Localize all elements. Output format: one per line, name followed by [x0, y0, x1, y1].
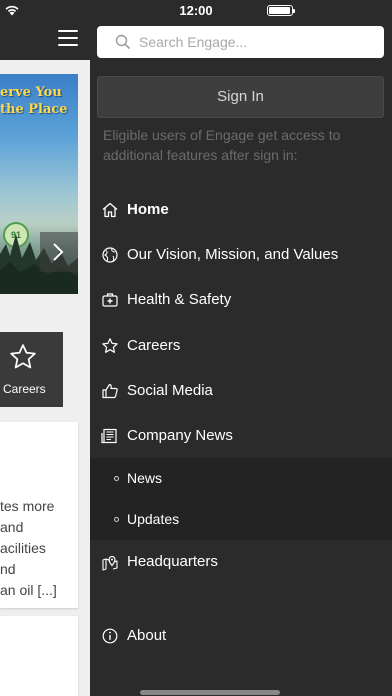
map-pin-icon — [102, 555, 118, 571]
hamburger-line — [58, 30, 78, 32]
nav-item-social-media[interactable]: Social Media — [90, 369, 392, 413]
nav-item-about[interactable]: About — [90, 614, 392, 658]
bullet-icon — [114, 476, 119, 481]
news-card[interactable]: tes more and acilities nd an oil [...] — [0, 422, 78, 608]
hamburger-line — [58, 44, 78, 46]
promo-banner[interactable]: erve You the Place 91 — [0, 74, 78, 294]
nav-item-company-news[interactable]: Company News — [90, 414, 392, 458]
nav-item-label: Headquarters — [127, 553, 218, 570]
subnav-item-label: News — [127, 470, 163, 486]
nav-item-headquarters[interactable]: Headquarters — [90, 540, 392, 584]
news-excerpt: tes more and acilities nd an oil [...] — [0, 496, 57, 601]
sign-in-hint: Eligible users of Engage get access to a… — [103, 127, 341, 163]
nav-item-label: Social Media — [127, 382, 213, 399]
subnav-item-news[interactable]: News — [90, 458, 392, 498]
search-icon — [115, 34, 131, 50]
battery-icon — [267, 5, 295, 16]
navigation-drawer: Sign In Eligible users of Engage get acc… — [90, 0, 392, 696]
wifi-icon — [5, 5, 19, 16]
nav-item-vision[interactable]: Our Vision, Mission, and Values — [90, 233, 392, 277]
nav-item-health-safety[interactable]: Health & Safety — [90, 278, 392, 322]
background-page: erve You the Place 91 Careers tes more a… — [0, 0, 90, 696]
menu-button[interactable] — [58, 30, 78, 46]
excerpt-line: and — [0, 519, 24, 535]
carousel-next-button[interactable] — [40, 232, 78, 272]
excerpt-line: nd — [0, 561, 16, 577]
careers-tile[interactable]: Careers — [0, 332, 63, 407]
star-icon — [102, 338, 118, 353]
company-news-submenu: News Updates — [90, 458, 392, 540]
info-icon — [102, 628, 118, 644]
nav-item-label: About — [127, 627, 167, 644]
nav-item-home[interactable]: Home — [90, 188, 392, 232]
nav-item-careers[interactable]: Careers — [90, 324, 392, 368]
home-icon — [102, 202, 118, 218]
nav-item-label: Careers — [127, 337, 181, 354]
sign-in-button[interactable]: Sign In — [97, 76, 384, 118]
search-bar[interactable] — [97, 26, 384, 58]
star-icon — [10, 344, 36, 369]
excerpt-line: acilities — [0, 540, 46, 556]
hamburger-line — [58, 37, 78, 39]
first-aid-icon — [102, 293, 118, 307]
nav-item-label: Home — [127, 201, 169, 218]
search-input[interactable] — [139, 31, 375, 53]
status-bar-left — [0, 0, 90, 20]
globe-icon — [102, 247, 118, 263]
chevron-right-icon — [53, 243, 64, 261]
news-card[interactable] — [0, 616, 78, 696]
bullet-icon — [114, 517, 119, 522]
newspaper-icon — [101, 428, 117, 444]
excerpt-line: an oil [...] — [0, 582, 57, 598]
careers-tile-label: Careers — [3, 382, 46, 396]
nav-item-label: Health & Safety — [127, 291, 232, 308]
nav-item-label: Our Vision, Mission, and Values — [127, 246, 339, 263]
subnav-item-label: Updates — [127, 511, 180, 527]
home-indicator[interactable] — [140, 690, 280, 695]
nav-item-label: Company News — [127, 427, 233, 444]
subnav-item-updates[interactable]: Updates — [90, 499, 392, 539]
banner-title: erve You the Place — [0, 85, 68, 117]
excerpt-line: tes more — [0, 498, 55, 514]
thumbs-up-icon — [102, 383, 118, 399]
